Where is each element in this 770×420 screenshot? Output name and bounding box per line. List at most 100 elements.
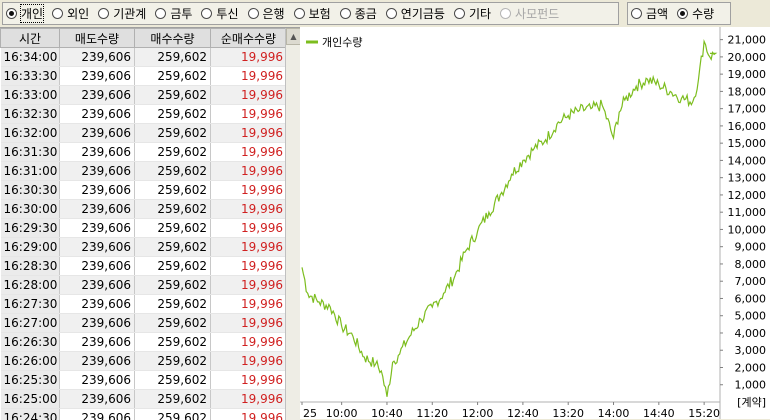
net-buy-qty-cell: 19,996 bbox=[211, 409, 287, 420]
table-row[interactable]: 16:27:00239,606259,60219,996 bbox=[1, 314, 287, 333]
buy-qty-cell: 259,602 bbox=[135, 295, 211, 314]
table-row[interactable]: 16:29:00239,606259,60219,996 bbox=[1, 238, 287, 257]
table-row[interactable]: 16:32:30239,606259,60219,996 bbox=[1, 105, 287, 124]
net-buy-qty-cell: 19,996 bbox=[211, 105, 287, 124]
net-buy-qty-cell: 19,996 bbox=[211, 67, 287, 86]
y-tick-label: 4,000 bbox=[735, 327, 767, 340]
table-header-row: 시간 매도수량 매수수량 순매수수량 bbox=[1, 29, 287, 48]
radio-circle-icon bbox=[386, 8, 397, 19]
buy-qty-cell: 259,602 bbox=[135, 67, 211, 86]
trade-table-panel: 시간 매도수량 매수수량 순매수수량 16:34:00239,606259,60… bbox=[0, 27, 300, 420]
radio-investor-1[interactable]: 외인 bbox=[52, 5, 89, 22]
buy-qty-cell: 259,602 bbox=[135, 409, 211, 420]
series-line bbox=[302, 41, 716, 396]
sell-qty-cell: 239,606 bbox=[60, 409, 135, 420]
table-row[interactable]: 16:24:30239,606259,60219,996 bbox=[1, 409, 287, 420]
radio-investor-8[interactable]: 연기금등 bbox=[386, 5, 445, 22]
table-row[interactable]: 16:26:30239,606259,60219,996 bbox=[1, 333, 287, 352]
buy-qty-cell: 259,602 bbox=[135, 333, 211, 352]
y-tick-label: 2,000 bbox=[735, 361, 767, 374]
time-cell: 16:26:00 bbox=[1, 352, 60, 371]
header-time[interactable]: 시간 bbox=[1, 29, 60, 48]
time-cell: 16:31:00 bbox=[1, 162, 60, 181]
radio-investor-7[interactable]: 종금 bbox=[340, 5, 377, 22]
table-row[interactable]: 16:31:30239,606259,60219,996 bbox=[1, 143, 287, 162]
sell-qty-cell: 239,606 bbox=[60, 352, 135, 371]
sell-qty-cell: 239,606 bbox=[60, 86, 135, 105]
y-tick-label: 21,000 bbox=[728, 34, 767, 47]
table-scrollbar[interactable]: ▲ bbox=[285, 28, 300, 420]
time-cell: 16:24:30 bbox=[1, 409, 60, 420]
radio-circle-icon bbox=[155, 8, 166, 19]
y-tick-label: 8,000 bbox=[735, 258, 767, 271]
radio-circle-icon bbox=[52, 8, 63, 19]
header-buy-qty[interactable]: 매수수량 bbox=[135, 29, 211, 48]
header-net-buy-qty[interactable]: 순매수수량 bbox=[211, 29, 287, 48]
y-tick-label: 15,000 bbox=[728, 137, 767, 150]
radio-investor-3[interactable]: 금투 bbox=[155, 5, 192, 22]
x-tick-label: 12:00 bbox=[462, 407, 494, 419]
radio-circle-icon bbox=[248, 8, 259, 19]
table-row[interactable]: 16:33:00239,606259,60219,996 bbox=[1, 86, 287, 105]
radio-circle-icon bbox=[294, 8, 305, 19]
buy-qty-cell: 259,602 bbox=[135, 257, 211, 276]
buy-qty-cell: 259,602 bbox=[135, 124, 211, 143]
time-cell: 16:27:30 bbox=[1, 295, 60, 314]
table-row[interactable]: 16:30:00239,606259,60219,996 bbox=[1, 200, 287, 219]
y-tick-label: 11,000 bbox=[728, 206, 767, 219]
radio-circle-icon bbox=[454, 8, 465, 19]
radio-investor-4[interactable]: 투신 bbox=[201, 5, 238, 22]
time-cell: 16:25:00 bbox=[1, 390, 60, 409]
table-row[interactable]: 16:27:30239,606259,60219,996 bbox=[1, 295, 287, 314]
table-row[interactable]: 16:25:30239,606259,60219,996 bbox=[1, 371, 287, 390]
y-tick-label: 16,000 bbox=[728, 120, 767, 133]
net-buy-qty-cell: 19,996 bbox=[211, 333, 287, 352]
radio-circle-icon bbox=[340, 8, 351, 19]
net-buy-line-chart: 1,0002,0003,0004,0005,0006,0007,0008,000… bbox=[300, 27, 770, 419]
net-buy-qty-cell: 19,996 bbox=[211, 86, 287, 105]
table-row[interactable]: 16:28:00239,606259,60219,996 bbox=[1, 276, 287, 295]
x-tick-label: 14:40 bbox=[643, 407, 675, 419]
radio-investor-6[interactable]: 보험 bbox=[294, 5, 331, 22]
time-cell: 16:25:30 bbox=[1, 371, 60, 390]
radio-unit-1[interactable]: 수량 bbox=[677, 5, 714, 22]
table-row[interactable]: 16:34:00239,606259,60219,996 bbox=[1, 48, 287, 67]
table-row[interactable]: 16:30:30239,606259,60219,996 bbox=[1, 181, 287, 200]
table-row[interactable]: 16:32:00239,606259,60219,996 bbox=[1, 124, 287, 143]
scroll-up-arrow-icon[interactable]: ▲ bbox=[286, 28, 300, 45]
radio-label: 금투 bbox=[170, 5, 192, 22]
radio-investor-2[interactable]: 기관계 bbox=[98, 5, 146, 22]
table-row[interactable]: 16:31:00239,606259,60219,996 bbox=[1, 162, 287, 181]
y-tick-label: 20,000 bbox=[728, 51, 767, 64]
time-cell: 16:31:30 bbox=[1, 143, 60, 162]
table-row[interactable]: 16:25:00239,606259,60219,996 bbox=[1, 390, 287, 409]
sell-qty-cell: 239,606 bbox=[60, 219, 135, 238]
buy-qty-cell: 259,602 bbox=[135, 238, 211, 257]
radio-label: 기관계 bbox=[113, 5, 146, 22]
time-cell: 16:27:00 bbox=[1, 314, 60, 333]
table-row[interactable]: 16:26:00239,606259,60219,996 bbox=[1, 352, 287, 371]
sell-qty-cell: 239,606 bbox=[60, 124, 135, 143]
x-tick-label: 11:20 bbox=[416, 407, 448, 419]
y-tick-label: 18,000 bbox=[728, 85, 767, 98]
radio-circle-icon bbox=[677, 8, 688, 19]
radio-investor-9[interactable]: 기타 bbox=[454, 5, 491, 22]
y-tick-label: 6,000 bbox=[735, 292, 767, 305]
radio-investor-5[interactable]: 은행 bbox=[248, 5, 285, 22]
radio-unit-0[interactable]: 금액 bbox=[631, 5, 668, 22]
x-tick-label: 14:00 bbox=[598, 407, 630, 419]
time-cell: 16:32:30 bbox=[1, 105, 60, 124]
header-sell-qty[interactable]: 매도수량 bbox=[60, 29, 135, 48]
buy-qty-cell: 259,602 bbox=[135, 181, 211, 200]
radio-circle-icon bbox=[500, 8, 511, 19]
table-row[interactable]: 16:28:30239,606259,60219,996 bbox=[1, 257, 287, 276]
radio-label: 기타 bbox=[469, 5, 491, 22]
trade-table: 시간 매도수량 매수수량 순매수수량 16:34:00239,606259,60… bbox=[0, 28, 287, 420]
table-row[interactable]: 16:29:30239,606259,60219,996 bbox=[1, 219, 287, 238]
table-row[interactable]: 16:33:30239,606259,60219,996 bbox=[1, 67, 287, 86]
radio-label: 개인 bbox=[21, 5, 43, 22]
radio-investor-0[interactable]: 개인 bbox=[6, 5, 43, 22]
net-buy-qty-cell: 19,996 bbox=[211, 219, 287, 238]
time-cell: 16:33:30 bbox=[1, 67, 60, 86]
sell-qty-cell: 239,606 bbox=[60, 257, 135, 276]
